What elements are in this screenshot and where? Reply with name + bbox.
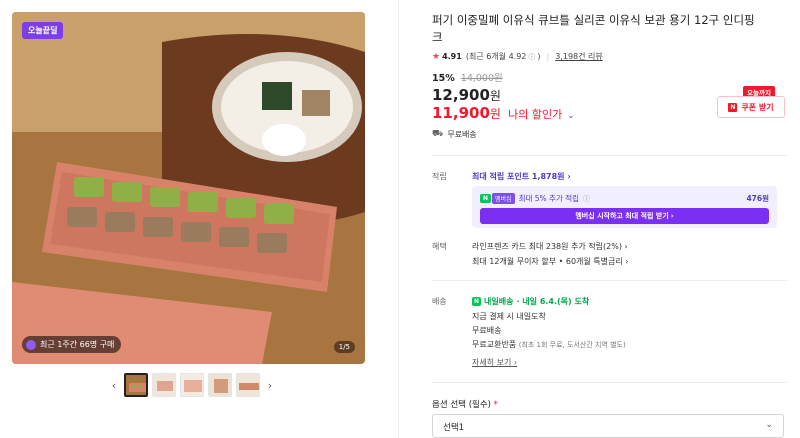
chevron-right-icon: › [567,172,571,181]
rating-detail-close: ) [537,52,541,61]
member-price-label: 나의 할인가 [508,108,563,121]
benefits-label: 혜택 [432,242,447,251]
recent-purchase-text: 최근 1주간 66명 구매 [40,340,115,349]
column-divider [398,0,399,438]
section-divider [432,382,787,383]
info-circle-icon[interactable]: ⓘ [528,52,535,62]
review-count-link[interactable]: 3,198건 리뷰 [555,51,603,62]
image-page-indicator: 1/5 [333,341,355,353]
membership-start-label: 멤버십 시작하고 최대 적립 받기 [575,212,669,220]
naver-pay-icon: N [480,194,492,203]
installment-benefit-text: 최대 12개월 무이자 할부 • 60개월 특별금리 [472,257,623,266]
delivery-line-2: 무료배송 [472,326,502,335]
chevron-left-icon[interactable]: ‹ [108,379,120,392]
truck-icon: ⛟ [432,129,444,139]
separator: | [546,52,550,61]
shipping-row: ⛟ 무료배송 [432,129,477,140]
chevron-right-icon: › [513,358,518,367]
tomorrow-delivery-text: 내일배송 [484,297,514,306]
option-label-text: 옵션 선택 [432,400,466,410]
delivery-line-3: 무료교환반품 (최초 1회 무료, 도서산간 지역 별도) [472,339,626,350]
rating-detail: (최근 6개월 4.92 [465,52,527,61]
chevron-down-icon[interactable]: ⌄ [568,111,575,120]
star-icon: ★ [432,51,441,62]
coupon-download-button[interactable]: N 쿠폰 받기 [717,96,785,118]
thumbnail-2[interactable] [152,373,176,397]
shipping-text: 무료배송 [447,130,477,139]
chevron-down-icon: ⌄ [765,420,773,430]
thumbnail-5[interactable] [236,373,260,397]
recent-purchase-badge: 최근 1주간 66명 구매 [22,336,122,353]
chevron-right-icon[interactable]: › [264,379,276,392]
card-benefit-link[interactable]: 라인프렌즈 카드 최대 238원 추가 적립(2%) › [472,241,628,252]
membership-extra-text: 최대 5% 추가 적립 [518,194,580,203]
option-select[interactable]: 선택1 ⌄ [432,414,784,438]
sale-price-value: 12,900 [432,86,490,104]
product-photo [12,12,365,364]
tomorrow-delivery-tag: N 내일배송 · 내일 6.4.(목) 도착 [472,296,589,307]
thumbnail-1[interactable] [124,373,148,397]
detail-link-text: 자세히 보기 [472,358,512,367]
installment-benefit-link[interactable]: 최대 12개월 무이자 할부 • 60개월 특별금리 › [472,256,629,267]
info-circle-icon[interactable]: ⓘ [583,194,590,204]
free-return-note: (최초 1회 무료, 도서산간 지역 별도) [518,341,626,349]
option-label: 옵션 선택 (필수) * [432,398,498,410]
coupon-button-label: 쿠폰 받기 [741,102,774,112]
discount-percent: 15% [432,73,455,84]
delivery-line-1: 지금 결제 시 내일도착 [472,312,546,321]
card-benefit-text: 라인프렌즈 카드 최대 238원 추가 적립(2%) [472,242,622,251]
product-main-image[interactable]: 오늘끝딜 최근 1주간 66명 구매 1/5 [12,12,365,364]
delivery-detail-link[interactable]: 자세히 보기 › [472,357,517,368]
member-price-row[interactable]: 11,900원 나의 할인가 ⌄ [432,104,574,122]
discount-row: 15% 14,000원 [432,70,503,84]
max-points-text: 최대 적립 포인트 1,878원 [472,172,565,181]
original-price: 14,000원 [460,73,503,84]
naver-delivery-icon: N [472,297,482,306]
membership-extra-row: N 멤버십 최대 5% 추가 적립 ⓘ [480,193,590,204]
thumbnail-3[interactable] [180,373,204,397]
chevron-right-icon: › [670,212,674,220]
membership-badge: 멤버십 [492,193,515,204]
chevron-right-icon: › [624,242,628,251]
membership-start-button[interactable]: 멤버십 시작하고 최대 적립 받기 › [480,208,769,224]
purchase-icon [26,339,36,350]
delivery-label: 배송 [432,297,447,306]
free-return-text: 무료교환반품 [472,340,517,349]
arrival-date: · 내일 6.4.(목) 도착 [516,297,590,306]
membership-accrual-box: N 멤버십 최대 5% 추가 적립 ⓘ 476원 멤버십 시작하고 최대 적립 … [472,186,777,228]
sale-price: 12,900원 [432,86,501,104]
coupon-icon: N [728,102,738,112]
membership-extra-amount: 476원 [746,194,769,203]
required-mark: * [493,400,498,410]
member-price-value: 11,900 [432,104,490,122]
sale-price-unit: 원 [489,89,501,103]
section-divider [432,280,787,281]
rating-row: ★ 4.91 (최근 6개월 4.92 ⓘ ) | 3,198건 리뷰 [432,51,603,62]
section-divider [432,155,787,156]
rating-score: 4.91 [442,52,462,61]
today-deal-badge: 오늘끝딜 [22,22,64,39]
thumbnail-strip: ‹ › [108,373,276,397]
option-required-text: (필수) [468,400,491,410]
option-selected-value: 선택1 [443,423,465,433]
max-points-link[interactable]: 최대 적립 포인트 1,878원 › [472,171,571,182]
member-price-unit: 원 [489,107,501,121]
accrual-label: 적립 [432,172,447,181]
product-title: 퍼기 이중밀폐 이유식 큐브틀 실리콘 이유식 보관 용기 12구 인디핑크 [432,13,755,44]
chevron-right-icon: › [625,257,629,266]
thumbnail-4[interactable] [208,373,232,397]
